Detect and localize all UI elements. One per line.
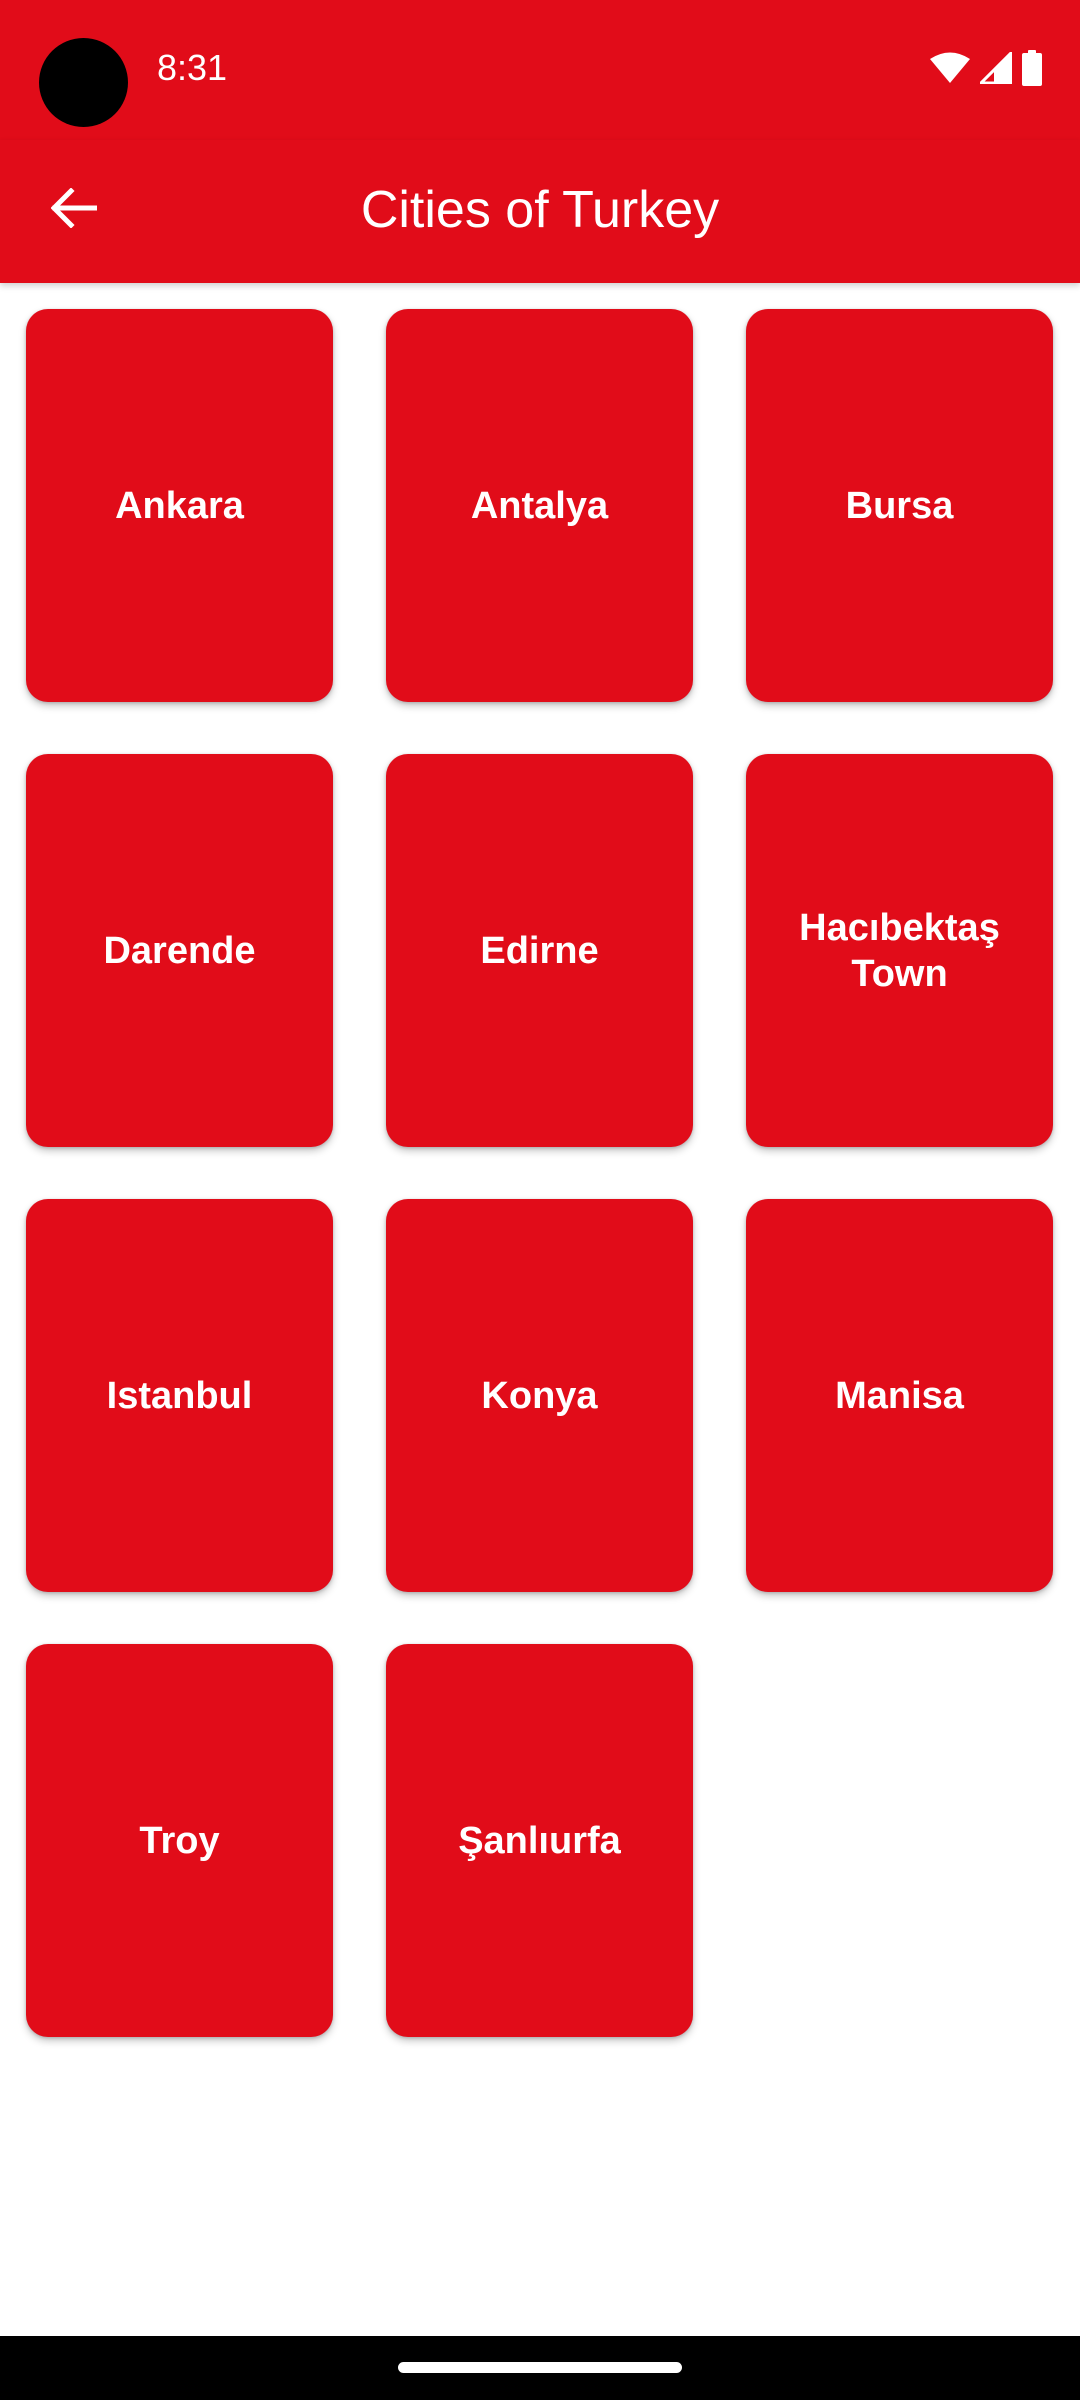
status-bar: 8:31 — [0, 0, 1080, 140]
city-tile-edirne[interactable]: Edirne — [386, 754, 693, 1147]
city-tile-konya[interactable]: Konya — [386, 1199, 693, 1592]
home-gesture-handle[interactable] — [398, 2362, 682, 2373]
signal-icon — [980, 52, 1012, 84]
status-icons — [930, 48, 1042, 88]
status-time: 8:31 — [157, 47, 228, 88]
city-label: Şanlıurfa — [458, 1819, 621, 1862]
city-tile-manisa[interactable]: Manisa — [746, 1199, 1053, 1592]
city-label: Darende — [103, 929, 256, 972]
city-label: Bursa — [845, 484, 954, 527]
city-tile-istanbul[interactable]: Istanbul — [26, 1199, 333, 1592]
camera-cutout — [39, 38, 128, 127]
city-label: Edirne — [480, 929, 599, 972]
city-tile-hacibektas-town[interactable]: Hacıbektaş Town — [746, 754, 1053, 1147]
battery-icon — [1022, 50, 1042, 86]
city-label: Manisa — [835, 1374, 964, 1417]
city-label: Antalya — [470, 484, 609, 527]
city-label: Ankara — [115, 484, 244, 527]
page-title: Cities of Turkey — [360, 181, 720, 239]
city-label: Konya — [481, 1374, 598, 1417]
screen: 8:31 Cities of Turkey Ankara Antalya Bur… — [0, 0, 1080, 2400]
city-tile-sanliurfa[interactable]: Şanlıurfa — [386, 1644, 693, 2037]
navigation-bar — [0, 2336, 1080, 2400]
city-label: Troy — [139, 1819, 220, 1862]
city-tile-darende[interactable]: Darende — [26, 754, 333, 1147]
city-tile-troy[interactable]: Troy — [26, 1644, 333, 2037]
city-tile-ankara[interactable]: Ankara — [26, 309, 333, 702]
city-grid: Ankara Antalya Bursa Darende Edirne Hacı… — [26, 309, 1054, 2037]
wifi-icon — [930, 52, 970, 84]
city-label: Istanbul — [106, 1374, 253, 1417]
city-tile-antalya[interactable]: Antalya — [386, 309, 693, 702]
app-bar: Cities of Turkey — [0, 140, 1080, 283]
city-tile-bursa[interactable]: Bursa — [746, 309, 1053, 702]
city-label: Hacıbektaş Town — [799, 906, 1000, 995]
